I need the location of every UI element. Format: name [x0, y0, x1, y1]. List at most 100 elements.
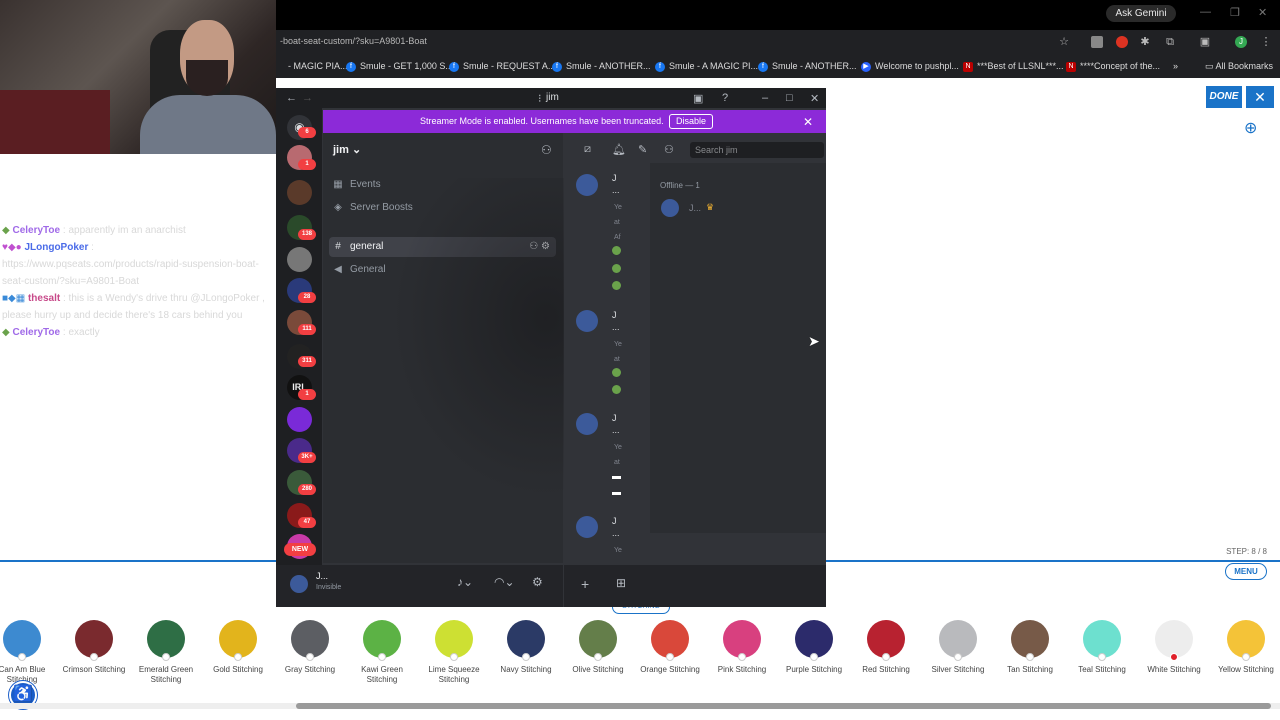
stitching-swatch[interactable]: Emerald Green Stitching [130, 620, 202, 685]
close-icon[interactable]: ✕ [810, 92, 819, 105]
stitching-swatch[interactable]: Olive Stitching [562, 620, 634, 675]
gear-icon[interactable]: ⚙ [532, 575, 543, 589]
swatch-color[interactable] [723, 620, 761, 661]
close-icon[interactable]: ✕ [1246, 86, 1274, 108]
url-text[interactable]: -boat-seat-custom/?sku=A9801-Boat [280, 36, 427, 46]
chat-link[interactable]: https://www.pqseats.com/products/rapid-s… [2, 259, 259, 287]
server-name[interactable]: jim ⌄ [333, 143, 361, 156]
zoom-in-icon[interactable]: ⊕ [1244, 118, 1262, 137]
swatch-color[interactable] [795, 620, 833, 661]
pin-icon[interactable]: ✎ [638, 143, 647, 156]
stitching-swatch[interactable]: Lime Squeeze Stitching [418, 620, 490, 685]
extension-icon[interactable] [1091, 36, 1103, 48]
stitching-swatch[interactable]: Teal Stitching [1066, 620, 1138, 675]
stitching-swatch[interactable]: Pink Stitching [706, 620, 778, 675]
bookmark[interactable]: N ****Concept of the... [1066, 60, 1160, 74]
stitching-swatch[interactable]: Crimson Stitching [58, 620, 130, 675]
stitching-swatch[interactable]: White Stitching [1138, 620, 1210, 675]
stitching-swatch[interactable]: Red Stitching [850, 620, 922, 675]
disable-button[interactable]: Disable [669, 114, 713, 129]
swatch-color[interactable] [147, 620, 185, 661]
stitching-swatch[interactable]: Yellow Stitching [1210, 620, 1280, 675]
swatch-color[interactable] [1155, 620, 1193, 661]
swatch-color[interactable] [291, 620, 329, 661]
bookmark[interactable]: f Smule - A MAGIC PI... [655, 60, 758, 74]
swatch-color[interactable] [363, 620, 401, 661]
stitching-swatch[interactable]: Navy Stitching [490, 620, 562, 675]
back-icon[interactable]: ← [286, 92, 297, 104]
restore-icon[interactable]: ❐ [1230, 6, 1240, 19]
channel-events[interactable]: ▦ Events [329, 175, 556, 195]
bookmark[interactable]: f Smule - ANOTHER... [758, 60, 857, 74]
threads-icon[interactable]: ⧄ [584, 143, 591, 156]
bookmark[interactable]: ▶ Welcome to pushpl... [861, 60, 959, 74]
done-button[interactable]: DONE [1206, 86, 1242, 108]
server-icon[interactable] [287, 247, 312, 272]
minimize-icon[interactable]: – [762, 92, 768, 104]
help-icon[interactable]: ? [722, 92, 728, 104]
extension-icon[interactable]: ✱ [1139, 36, 1151, 48]
swatch-color[interactable] [1083, 620, 1121, 661]
close-window-icon[interactable]: ✕ [1258, 6, 1267, 19]
stitching-swatch[interactable]: Kawi Green Stitching [346, 620, 418, 685]
server-icon[interactable] [287, 407, 312, 432]
reaction-icon[interactable] [612, 385, 621, 394]
avatar[interactable] [290, 575, 308, 593]
avatar[interactable] [576, 174, 598, 196]
all-bookmarks[interactable]: ▭ All Bookmarks [1205, 60, 1273, 74]
stitching-swatch[interactable]: Can Am Blue Stitching [0, 620, 58, 685]
message-author[interactable]: J [612, 310, 617, 321]
profile-icon[interactable]: J [1235, 36, 1247, 48]
minimize-icon[interactable]: — [1200, 6, 1211, 18]
avatar[interactable] [576, 516, 598, 538]
channel-server-boosts[interactable]: ◈ Server Boosts [329, 198, 556, 218]
avatar[interactable] [661, 199, 679, 217]
settings-icon[interactable]: ⚇ ⚙ [529, 237, 550, 257]
swatch-color[interactable] [1011, 620, 1049, 661]
swatch-color[interactable] [939, 620, 977, 661]
bookmark[interactable]: f Smule - ANOTHER... [552, 60, 651, 74]
stitching-swatch[interactable]: Orange Stitching [634, 620, 706, 675]
bookmark[interactable]: f Smule - REQUEST A... [449, 60, 555, 74]
message-author[interactable]: J [612, 516, 617, 527]
swatch-color[interactable] [1227, 620, 1265, 661]
swatch-color[interactable] [651, 620, 689, 661]
menu-button[interactable]: MENU [1225, 563, 1267, 580]
bookmark[interactable]: f Smule - GET 1,000 S... [346, 60, 453, 74]
inbox-icon[interactable]: ▣ [693, 92, 703, 105]
user-name[interactable]: J... [316, 571, 328, 581]
reaction-icon[interactable] [612, 246, 621, 255]
menu-dots-icon[interactable]: ⋮ [1260, 36, 1272, 48]
swatch-color[interactable] [219, 620, 257, 661]
swatch-color[interactable] [75, 620, 113, 661]
channel-general-voice[interactable]: ◀ General [329, 260, 556, 280]
star-icon[interactable]: ☆ [1058, 36, 1070, 48]
reaction-icon[interactable] [612, 281, 621, 290]
new-badge[interactable]: NEW [284, 543, 316, 556]
chevron-right-icon[interactable]: » [1173, 60, 1178, 74]
stitching-swatch[interactable]: Gray Stitching [274, 620, 346, 675]
stitching-swatch[interactable]: Gold Stitching [202, 620, 274, 675]
avatar[interactable] [576, 310, 598, 332]
media-icon[interactable]: ▣ [1199, 36, 1211, 48]
gift-icon[interactable]: ⊞ [616, 576, 626, 590]
extension-icon[interactable] [1116, 36, 1128, 48]
message-author[interactable]: J [612, 413, 617, 424]
swatch-color[interactable] [579, 620, 617, 661]
maximize-icon[interactable]: □ [786, 92, 793, 104]
ask-gemini-button[interactable]: Ask Gemini [1106, 5, 1176, 22]
headphones-icon[interactable]: ◠⌄ [494, 575, 515, 589]
swatch-color[interactable] [867, 620, 905, 661]
scrollbar-thumb[interactable] [296, 703, 1271, 709]
add-user-icon[interactable]: ⚇ [541, 143, 552, 157]
microphone-icon[interactable]: ♪⌄ [457, 575, 473, 589]
plus-icon[interactable]: + [581, 576, 589, 592]
message-author[interactable]: J [612, 173, 617, 184]
bell-icon[interactable]: 🔔︎ [612, 143, 626, 156]
stitching-swatch[interactable]: Silver Stitching [922, 620, 994, 675]
members-icon[interactable]: ⚇ [664, 143, 674, 156]
bookmark[interactable]: N ***Best of LLSNL***... [963, 60, 1064, 74]
swatch-color[interactable] [435, 620, 473, 661]
member-name[interactable]: J... [689, 203, 701, 213]
avatar[interactable] [576, 413, 598, 435]
